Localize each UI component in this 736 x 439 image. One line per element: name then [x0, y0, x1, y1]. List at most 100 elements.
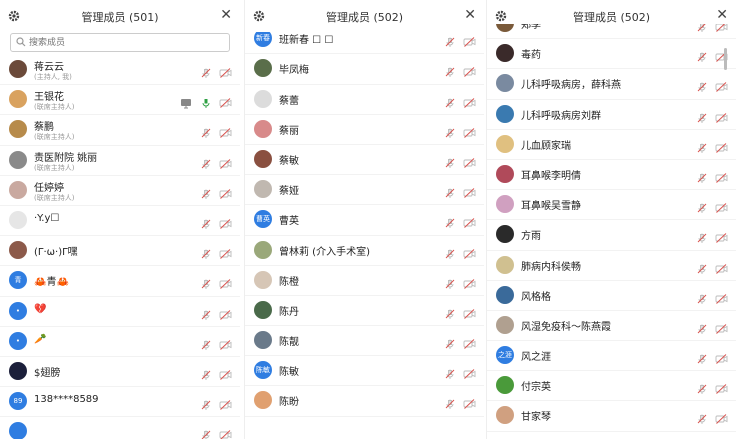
- member-row[interactable]: 陈橙: [245, 266, 484, 296]
- member-row[interactable]: 耳鼻喉吴雪静: [487, 190, 736, 221]
- camera-off-icon[interactable]: [219, 336, 232, 350]
- mic-muted-icon[interactable]: [200, 306, 212, 320]
- camera-off-icon[interactable]: [715, 109, 728, 123]
- member-row[interactable]: 毕凤梅: [245, 54, 484, 85]
- camera-off-icon[interactable]: [219, 94, 232, 109]
- member-row[interactable]: 陈盼: [245, 386, 484, 417]
- mic-muted-icon[interactable]: [696, 109, 708, 123]
- mic-muted-icon[interactable]: [444, 365, 456, 380]
- member-row[interactable]: 蔡鹏 (联席主持人): [0, 115, 240, 146]
- camera-off-icon[interactable]: [715, 139, 728, 153]
- member-row[interactable]: 王银花 (联席主持人): [0, 85, 240, 116]
- mic-muted-icon[interactable]: [200, 124, 212, 139]
- camera-off-icon[interactable]: [463, 275, 476, 289]
- mic-muted-icon[interactable]: [200, 426, 212, 439]
- close-icon[interactable]: ✕: [716, 7, 728, 23]
- member-row[interactable]: ·Y.y☐: [0, 206, 240, 237]
- member-row[interactable]: 任婷婷 (联席主持人): [0, 176, 240, 206]
- mic-on-icon[interactable]: [200, 94, 212, 109]
- camera-off-icon[interactable]: [463, 395, 476, 410]
- camera-off-icon[interactable]: [219, 185, 232, 199]
- mic-muted-icon[interactable]: [696, 139, 708, 153]
- camera-off-icon[interactable]: [715, 320, 728, 334]
- mic-muted-icon[interactable]: [696, 290, 708, 304]
- member-row[interactable]: 陈靓: [245, 326, 484, 357]
- member-row[interactable]: 蔡蕾: [245, 85, 484, 115]
- mic-muted-icon[interactable]: [200, 155, 212, 169]
- member-row[interactable]: $翅膀: [0, 357, 240, 388]
- mic-muted-icon[interactable]: [444, 335, 456, 350]
- member-row[interactable]: 陈敏 陈敏: [245, 356, 484, 387]
- mic-muted-icon[interactable]: [696, 78, 708, 93]
- mic-muted-icon[interactable]: [200, 396, 212, 411]
- mic-muted-icon[interactable]: [444, 154, 456, 168]
- mic-muted-icon[interactable]: [696, 320, 708, 334]
- camera-off-icon[interactable]: [219, 124, 232, 139]
- search-box[interactable]: [10, 33, 230, 52]
- member-row[interactable]: 儿科呼吸病房，薛科燕: [487, 69, 736, 100]
- camera-off-icon[interactable]: [463, 305, 476, 319]
- screen-share-icon[interactable]: [180, 94, 192, 109]
- camera-off-icon[interactable]: [219, 215, 232, 229]
- camera-off-icon[interactable]: [219, 426, 232, 439]
- mic-muted-icon[interactable]: [444, 124, 456, 138]
- camera-off-icon[interactable]: [715, 229, 728, 244]
- mic-muted-icon[interactable]: [696, 380, 708, 395]
- camera-off-icon[interactable]: [463, 214, 476, 229]
- camera-off-icon[interactable]: [463, 184, 476, 198]
- close-icon[interactable]: ✕: [464, 7, 476, 23]
- member-row[interactable]: 风格格: [487, 281, 736, 311]
- camera-off-icon[interactable]: [715, 380, 728, 395]
- camera-off-icon[interactable]: [219, 245, 232, 259]
- mic-muted-icon[interactable]: [696, 48, 708, 63]
- mic-muted-icon[interactable]: [200, 185, 212, 199]
- scrollbar-thumb[interactable]: [724, 48, 727, 70]
- camera-off-icon[interactable]: [463, 63, 476, 78]
- member-row[interactable]: 蔡娅: [245, 175, 484, 206]
- mic-muted-icon[interactable]: [444, 395, 456, 410]
- member-row[interactable]: • 🥕: [0, 327, 240, 357]
- mic-muted-icon[interactable]: [696, 169, 708, 183]
- camera-off-icon[interactable]: [715, 199, 728, 213]
- member-row[interactable]: (Γ·ω·)Γ嘿: [0, 236, 240, 267]
- member-row[interactable]: 儿科呼吸病房刘群: [487, 100, 736, 130]
- member-row[interactable]: 肺病内科侯畅: [487, 251, 736, 281]
- camera-off-icon[interactable]: [715, 78, 728, 93]
- camera-off-icon[interactable]: [715, 350, 728, 364]
- camera-off-icon[interactable]: [463, 33, 476, 48]
- member-row[interactable]: 付宗英: [487, 371, 736, 402]
- mic-muted-icon[interactable]: [200, 366, 212, 380]
- camera-off-icon[interactable]: [219, 275, 232, 290]
- camera-off-icon[interactable]: [219, 64, 232, 78]
- mic-muted-icon[interactable]: [444, 33, 456, 48]
- member-row[interactable]: 蔡敏: [245, 145, 484, 176]
- member-row[interactable]: 蒋云云 (主持人, 我): [0, 55, 240, 86]
- member-row[interactable]: • 💔: [0, 297, 240, 327]
- close-icon[interactable]: ✕: [220, 7, 232, 23]
- mic-muted-icon[interactable]: [444, 94, 456, 108]
- member-row[interactable]: 责医附院 姚丽 (联席主持人): [0, 146, 240, 176]
- camera-off-icon[interactable]: [715, 290, 728, 304]
- mic-muted-icon[interactable]: [444, 63, 456, 78]
- member-row[interactable]: 儿血顾家瑞: [487, 130, 736, 160]
- mic-muted-icon[interactable]: [696, 410, 708, 425]
- member-row[interactable]: 青 🦀青🦀: [0, 266, 240, 297]
- mic-muted-icon[interactable]: [200, 64, 212, 78]
- camera-off-icon[interactable]: [219, 366, 232, 380]
- camera-off-icon[interactable]: [219, 155, 232, 169]
- member-row[interactable]: 之涯 风之涯: [487, 341, 736, 372]
- mic-muted-icon[interactable]: [444, 214, 456, 229]
- camera-off-icon[interactable]: [219, 306, 232, 320]
- mic-muted-icon[interactable]: [696, 199, 708, 214]
- camera-off-icon[interactable]: [219, 396, 232, 410]
- member-row[interactable]: 曾林莉 (介入手术室): [245, 236, 484, 266]
- mic-muted-icon[interactable]: [200, 275, 212, 290]
- member-row[interactable]: 风湿免疫科～陈燕霞: [487, 311, 736, 342]
- member-row[interactable]: 陈丹: [245, 296, 484, 327]
- camera-off-icon[interactable]: [463, 124, 476, 138]
- mic-muted-icon[interactable]: [444, 245, 456, 259]
- camera-off-icon[interactable]: [715, 169, 728, 183]
- mic-muted-icon[interactable]: [696, 350, 708, 365]
- member-row[interactable]: 方雨: [487, 220, 736, 251]
- member-row[interactable]: 毒药: [487, 39, 736, 70]
